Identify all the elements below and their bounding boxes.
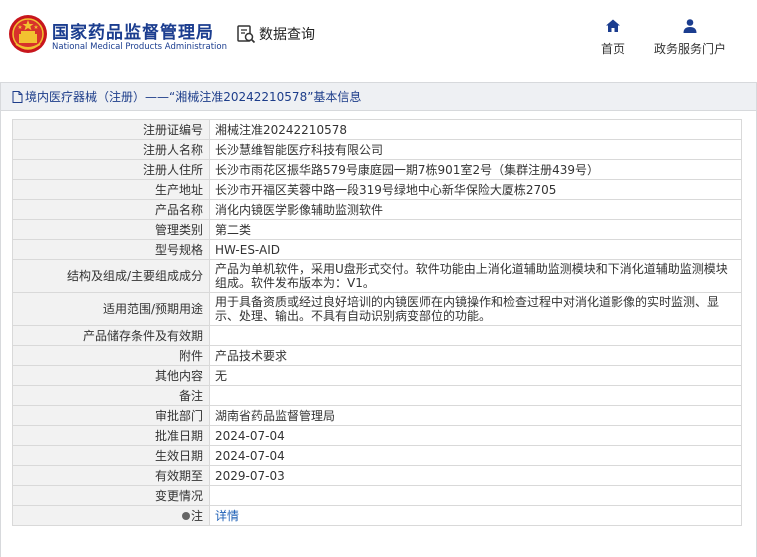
field-value: 长沙市雨花区振华路579号康庭园一期7栋901室2号（集群注册439号） [209, 159, 742, 180]
field-label: 型号规格 [12, 239, 210, 260]
field-value: 2029-07-03 [209, 465, 742, 486]
field-label: 注册人住所 [12, 159, 210, 180]
field-value: 2024-07-04 [209, 425, 742, 446]
home-icon [606, 19, 620, 32]
field-label: 注册人名称 [12, 139, 210, 160]
site-header: 国家药品监督管理局 National Medical Products Admi… [0, 0, 757, 74]
table-row: 产品名称 消化内镜医学影像辅助监测软件 [12, 199, 742, 220]
field-value: 产品为单机软件，采用U盘形式交付。软件功能由上消化道辅助监测模块和下消化道辅助监… [209, 259, 742, 293]
table-row: 型号规格 HW-ES-AID [12, 239, 742, 260]
table-row: 产品储存条件及有效期 [12, 325, 742, 346]
table-row: 注册证编号 湘械注准20242210578 [12, 119, 742, 140]
table-row: 注册人住所 长沙市雨花区振华路579号康庭园一期7栋901室2号（集群注册439号… [12, 159, 742, 180]
field-value: 第二类 [209, 219, 742, 240]
field-label: 审批部门 [12, 405, 210, 426]
emblem-logo [9, 15, 47, 53]
table-row: 管理类别 第二类 [12, 219, 742, 240]
field-label: 产品储存条件及有效期 [12, 325, 210, 346]
breadcrumb: 境内医疗器械（注册）——“湘械注准20242210578”基本信息 [1, 83, 756, 111]
table-row: 备注 [12, 385, 742, 406]
table-row: 批准日期 2024-07-04 [12, 425, 742, 446]
field-value: 产品技术要求 [209, 345, 742, 366]
table-row: 审批部门 湖南省药品监督管理局 [12, 405, 742, 426]
nav-service-portal-label: 政务服务门户 [653, 42, 726, 56]
field-label: 生产地址 [12, 179, 210, 200]
field-value: 湘械注准20242210578 [209, 119, 742, 140]
document-icon [12, 90, 23, 103]
table-row: 附件 产品技术要求 [12, 345, 742, 366]
field-label: 适用范围/预期用途 [12, 292, 210, 326]
table-row: 注详情 [12, 505, 742, 526]
field-value [209, 325, 742, 346]
field-label: 附件 [12, 345, 210, 366]
table-row: 适用范围/预期用途 用于具备资质或经过良好培训的内镜医师在内镜操作和检查过程中对消… [12, 292, 742, 326]
breadcrumb-text: 境内医疗器械（注册）——“湘械注准20242210578”基本信息 [25, 90, 362, 104]
nav-home[interactable]: 首页 [598, 18, 628, 57]
field-label: 注册证编号 [12, 119, 210, 140]
table-row: 变更情况 [12, 485, 742, 506]
field-value: 长沙慧维智能医疗科技有限公司 [209, 139, 742, 160]
table-row: 生产地址 长沙市开福区芙蓉中路一段319号绿地中心新华保险大厦栋2705 [12, 179, 742, 200]
field-label: 产品名称 [12, 199, 210, 220]
detail-panel: 境内医疗器械（注册）——“湘械注准20242210578”基本信息 注册证编号湘… [0, 82, 757, 557]
note-label-text: 注 [190, 508, 203, 523]
data-query-link[interactable]: 数据查询 [236, 24, 315, 44]
table-row: 结构及组成/主要组成成分 产品为单机软件，采用U盘形式交付。软件功能由上消化道辅助… [12, 259, 742, 293]
field-label: 备注 [12, 385, 210, 406]
brand-subtitle: National Medical Products Administration [52, 42, 227, 52]
nav-home-label: 首页 [600, 42, 625, 56]
data-query-label: 数据查询 [259, 27, 315, 43]
table-row: 注册人名称 长沙慧维智能医疗科技有限公司 [12, 139, 742, 160]
nav-service-portal[interactable]: 政务服务门户 [650, 18, 730, 57]
table-row: 生效日期 2024-07-04 [12, 445, 742, 466]
user-icon [683, 19, 697, 33]
field-value [209, 385, 742, 406]
field-label: 批准日期 [12, 425, 210, 446]
table-row: 其他内容无 [12, 365, 742, 386]
document-search-icon [237, 25, 256, 44]
field-value: 长沙市开福区芙蓉中路一段319号绿地中心新华保险大厦栋2705 [209, 179, 742, 200]
field-value: 消化内镜医学影像辅助监测软件 [209, 199, 742, 220]
field-value: 湖南省药品监督管理局 [209, 405, 742, 426]
field-value: 用于具备资质或经过良好培训的内镜医师在内镜操作和检查过程中对消化道影像的实时监测… [209, 292, 742, 326]
note-label: 注 [12, 505, 210, 526]
field-value: 2024-07-04 [209, 445, 742, 466]
field-label: 其他内容 [12, 365, 210, 386]
details-link[interactable]: 详情 [215, 509, 239, 523]
field-label: 管理类别 [12, 219, 210, 240]
field-label: 变更情况 [12, 485, 210, 506]
note-value: 详情 [209, 505, 742, 526]
field-label: 有效期至 [12, 465, 210, 486]
field-label: 结构及组成/主要组成成分 [12, 259, 210, 293]
field-value: HW-ES-AID [209, 239, 742, 260]
bullet-icon [181, 512, 190, 520]
field-label: 生效日期 [12, 445, 210, 466]
field-value: 无 [209, 365, 742, 386]
field-value [209, 485, 742, 506]
detail-table: 注册证编号 湘械注准20242210578 注册人名称 长沙慧维智能医疗科技有限公司注… [12, 119, 742, 526]
table-row: 有效期至 2029-07-03 [12, 465, 742, 486]
brand-title: 国家药品监督管理局 [52, 23, 214, 43]
